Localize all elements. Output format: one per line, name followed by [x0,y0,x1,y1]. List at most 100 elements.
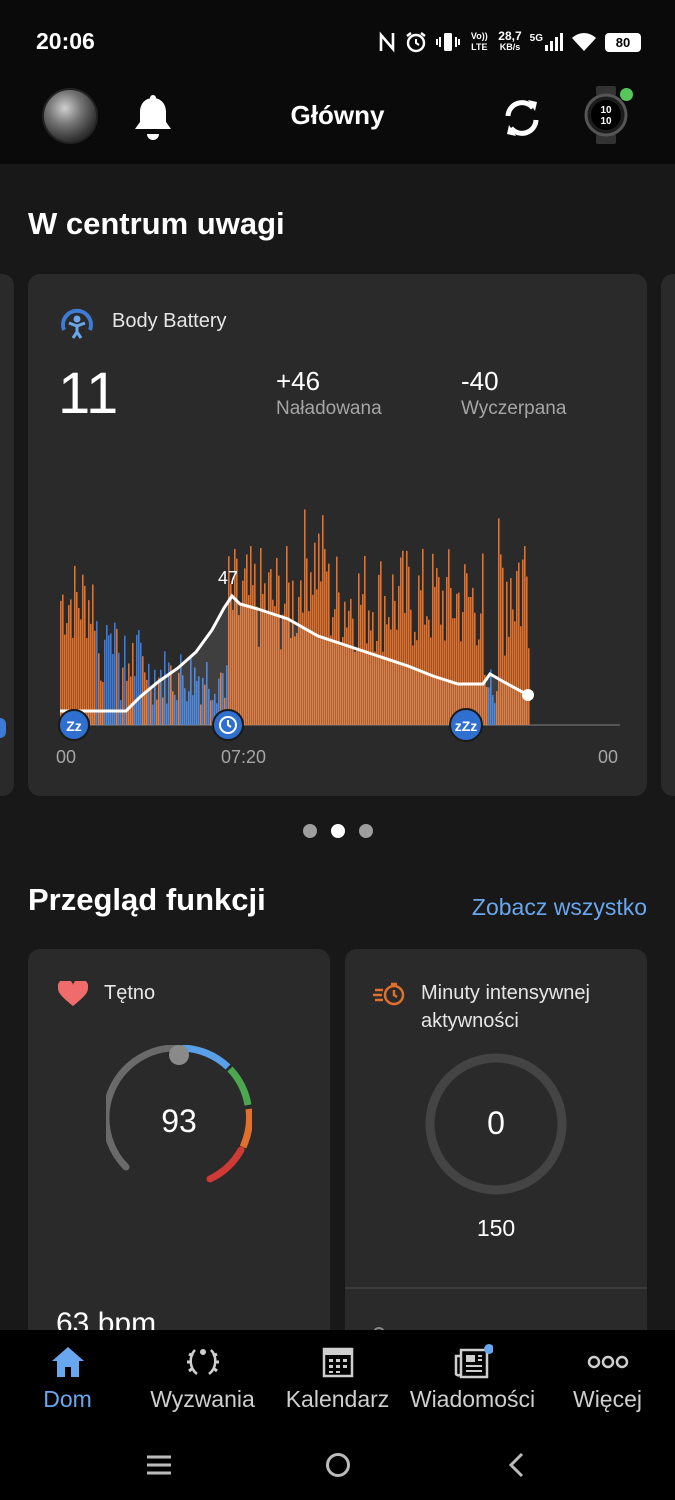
page-title: Główny [290,100,385,130]
stress-bar [82,574,84,725]
nav-home-label: Dom [43,1386,92,1412]
resting-heart-rate: 63 bpm [56,1307,157,1330]
svg-text:10: 10 [600,105,612,116]
charged-value: +46 [276,366,321,396]
top-app-bar: Główny 10 10 [0,84,675,164]
nav-challenges-label: Wyzwania [150,1386,255,1412]
intensity-minutes-title-line1: Minuty intensywnej [421,982,590,1004]
system-navigation [0,1430,675,1500]
stress-bar [74,565,76,725]
nfc-icon [379,31,395,53]
carousel-pager[interactable] [0,824,675,838]
previous-card-edge-dot [0,718,6,738]
network-speed-unit: KB/s [499,42,521,52]
nav-calendar[interactable]: Kalendarz [270,1344,405,1413]
charged-label: Naładowana [276,398,382,419]
drained-value: -40 [461,366,499,396]
wake-marker[interactable] [212,709,244,741]
more-icon [587,1355,628,1369]
laurel-icon [186,1349,219,1375]
news-icon [454,1344,493,1379]
intensity-minutes-card[interactable]: Minuty intensywnej aktywności 0 150 [345,949,647,1330]
sleep-start-glyph: Zz [66,718,82,734]
body-battery-icon [61,308,93,339]
intensity-minutes-title: Minuty intensywnej aktywności [421,979,590,1035]
stress-bar [84,585,86,725]
network-type-label: 5G [529,33,543,44]
sync-icon[interactable] [498,94,546,142]
main-content[interactable]: W centrum uwagi Body Battery 11 +46 Nała… [0,164,675,1330]
heart-icon [58,981,88,1006]
intensity-minutes-icon [373,982,405,1006]
nav-news-label: Wiadomości [409,1386,536,1412]
nav-news[interactable]: Wiadomości [405,1344,540,1413]
sleep-start-marker[interactable]: Zz [58,709,90,741]
time-label-start: 00 [56,747,77,767]
nav-challenges[interactable]: Wyzwania [135,1344,270,1413]
network-type: 5G [530,33,563,51]
calendar-icon [322,1347,353,1378]
stress-bar [76,591,78,725]
time-label-end: 00 [598,747,619,767]
status-bar: 20:06 Vo)) LTE 28,7 KB/s 5G 80 [0,0,675,84]
see-all-link[interactable]: Zobacz wszystko [472,894,647,921]
pager-dot[interactable] [302,824,317,838]
body-battery-card[interactable]: Body Battery 11 +46 Naładowana -40 Wycze… [28,274,647,796]
stress-bar [92,584,94,725]
previous-card-peek[interactable] [0,274,14,796]
home-circle-icon[interactable] [325,1452,351,1478]
body-battery-chart[interactable]: 47 Zz zZz [28,454,647,744]
heart-rate-card[interactable]: Tętno 93 63 bpm [28,949,330,1330]
battery-indicator: 80 [605,32,641,52]
nav-calendar-label: Kalendarz [285,1386,390,1412]
bottom-navigation: Dom Wyzwania Kalendarz Wiadomości Więcej [0,1330,675,1430]
stress-bar [78,608,80,725]
stress-bar [70,599,72,725]
nav-more[interactable]: Więcej [540,1344,675,1413]
status-icons: Vo)) LTE 28,7 KB/s 5G 80 [378,30,641,54]
nav-more-label: Więcej [572,1386,642,1412]
body-battery-value: 11 [58,361,119,426]
intensity-minutes-goal: 150 [476,1215,516,1241]
menu-icon[interactable] [146,1454,172,1476]
heart-rate-value: 93 [161,1103,197,1139]
stress-bar [528,648,530,725]
network-speed: 28,7 KB/s [498,29,522,53]
home-icon [51,1347,84,1377]
nav-home[interactable]: Dom [0,1344,135,1413]
wifi-icon [572,33,596,51]
heart-rate-title: Tętno [104,982,156,1004]
stress-bar [96,621,98,725]
gauge-zone-green [227,1066,252,1106]
gauge-zone-orange [239,1108,252,1149]
stress-bar [88,600,90,725]
stress-bar [68,605,70,725]
overview-title: Przegląd funkcji [28,882,266,917]
gauge-zone-red [206,1146,245,1183]
drained-label: Wyczerpana [461,398,567,419]
device-connected-dot [620,88,633,101]
stress-bar [62,594,64,725]
network-speed-value: 28,7 [498,29,522,43]
stress-bar [80,619,82,725]
spotlight-title: W centrum uwagi [28,206,285,241]
peak-label: 47 [218,568,238,588]
sleep-end-glyph: zZz [455,718,478,734]
card-divider [345,1287,647,1289]
volte-indicator: Vo)) LTE [470,31,488,52]
back-icon[interactable] [506,1452,526,1478]
body-battery-title: Body Battery [112,310,227,332]
svg-text:10: 10 [600,116,612,127]
gauge-zone-blue [181,1045,231,1070]
intensity-minutes-title-line2: aktywności [421,1010,519,1032]
gauge-marker [169,1045,189,1065]
next-card-peek[interactable] [661,274,675,796]
pager-dot-active[interactable] [330,824,345,838]
sleep-end-marker[interactable]: zZz [449,708,483,742]
vibrate-icon [436,33,461,51]
current-point [522,689,534,701]
intensity-minutes-value: 0 [487,1105,505,1141]
time-label-mid: 07:20 [221,747,267,767]
signal-icon [545,33,563,51]
pager-dot[interactable] [358,824,373,838]
